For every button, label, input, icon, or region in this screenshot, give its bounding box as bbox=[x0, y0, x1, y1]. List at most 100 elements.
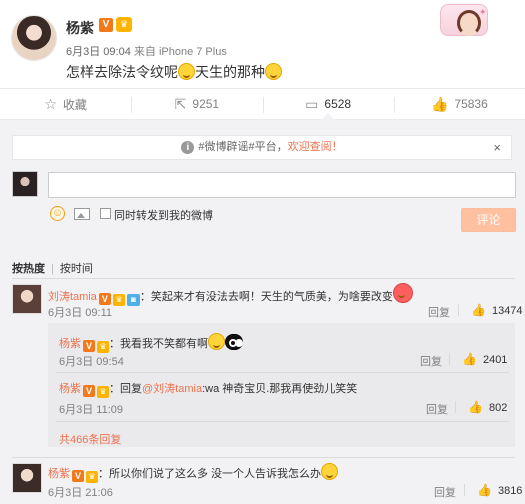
post-source[interactable]: iPhone 7 Plus bbox=[159, 46, 227, 58]
verified-icon[interactable]: V bbox=[99, 18, 113, 32]
author-avatar[interactable] bbox=[11, 15, 57, 61]
notice-text[interactable]: #微博辟谣#平台， bbox=[198, 141, 287, 153]
post-text-part2: 天生的那种 bbox=[195, 64, 265, 80]
favorite-button[interactable]: ☆ 收藏 bbox=[0, 89, 131, 119]
comment-like-count: 13474 bbox=[491, 305, 523, 317]
reply-date: 6月3日 09:54 bbox=[59, 356, 124, 368]
reply-like-button[interactable]: 👍 802 bbox=[455, 400, 507, 414]
card-decoration-icon[interactable] bbox=[440, 4, 488, 36]
commenter-avatar[interactable] bbox=[12, 284, 42, 314]
divider bbox=[12, 278, 515, 279]
post-text-part1: 怎样去除法令纹呢 bbox=[66, 64, 178, 80]
reply-like-button[interactable]: 👍 2401 bbox=[449, 352, 507, 366]
reply-link[interactable]: 回复 bbox=[434, 484, 456, 500]
notice-link[interactable]: 欢迎查阅！ bbox=[288, 141, 343, 153]
commenter-name[interactable]: 刘涛tamia bbox=[48, 291, 97, 303]
sort-tabs: 按热度 | 按时间 bbox=[12, 260, 93, 276]
comment-line: 杨紫 V ♛ ：所以你们说了这么多 没一个人告诉我怎么办 bbox=[48, 463, 339, 483]
like-icon: 👍 bbox=[477, 483, 492, 497]
like-button[interactable]: 👍 75836 bbox=[393, 89, 525, 119]
member-crown-icon[interactable]: ♛ bbox=[86, 471, 98, 483]
emoji-icon bbox=[392, 283, 413, 303]
like-icon: 👍 bbox=[471, 303, 486, 317]
submit-comment-button[interactable]: 评论 bbox=[461, 208, 516, 232]
sort-divider: | bbox=[51, 263, 54, 275]
replier-name[interactable]: 杨紫 bbox=[59, 383, 81, 395]
reply-date: 6月3日 11:09 bbox=[59, 404, 124, 416]
image-upload-icon[interactable] bbox=[74, 208, 90, 220]
author-name[interactable]: 杨紫 bbox=[66, 18, 94, 38]
verified-icon[interactable]: V bbox=[72, 470, 84, 482]
divider bbox=[464, 484, 465, 496]
post-meta: 6月3日 09:04 来自 iPhone 7 Plus bbox=[66, 43, 227, 59]
reply-link[interactable]: 回复 bbox=[426, 401, 448, 417]
emoji-icon bbox=[265, 63, 282, 80]
like-icon: 👍 bbox=[468, 400, 483, 414]
comment-date: 6月3日 21:06 bbox=[48, 487, 113, 499]
emoji-icon bbox=[225, 334, 243, 350]
camera-icon[interactable]: ◙ bbox=[126, 294, 140, 306]
divider bbox=[455, 401, 456, 413]
user-avatar[interactable] bbox=[12, 171, 38, 197]
repost-checkbox-label[interactable]: 同时转发到我的微博 bbox=[114, 207, 213, 223]
close-icon[interactable]: × bbox=[493, 136, 501, 159]
reply-line: 杨紫 V ♛ ：回复@刘涛tamia:wa 神奇宝贝.那我再使劲儿笑笑 bbox=[59, 380, 357, 398]
divider bbox=[458, 304, 459, 316]
like-icon: 👍 bbox=[430, 95, 449, 112]
repost-button[interactable]: ⇱ 9251 bbox=[131, 89, 262, 119]
comment-date: 6月3日 09:11 bbox=[48, 307, 113, 319]
like-count: 75836 bbox=[454, 97, 488, 111]
verified-icon[interactable]: V bbox=[83, 340, 95, 352]
reply-like-count: 802 bbox=[488, 402, 508, 414]
emoji-icon bbox=[178, 63, 195, 80]
like-icon: 👍 bbox=[462, 352, 477, 366]
reply-link[interactable]: 回复 bbox=[420, 353, 442, 369]
repost-count: 9251 bbox=[192, 97, 220, 111]
commenter-name[interactable]: 杨紫 bbox=[48, 468, 70, 480]
mention-link[interactable]: @刘涛tamia bbox=[142, 383, 202, 395]
replier-name[interactable]: 杨紫 bbox=[59, 338, 81, 350]
member-crown-icon[interactable]: ♛ bbox=[97, 386, 109, 398]
comment-count: 6528 bbox=[324, 97, 352, 111]
reply-text-prefix: ：回复 bbox=[109, 383, 142, 395]
comment-like-button[interactable]: 👍 3816 bbox=[464, 483, 522, 497]
reply-text: ：我看我不笑都有啊 bbox=[109, 338, 208, 350]
sort-by-hot-tab[interactable]: 按热度 bbox=[12, 263, 45, 275]
divider bbox=[449, 353, 450, 365]
repost-checkbox[interactable] bbox=[100, 208, 111, 219]
emoji-picker-icon[interactable]: ☺ bbox=[50, 206, 65, 221]
divider bbox=[56, 372, 509, 373]
action-bar: ☆ 收藏 ⇱ 9251 ▭ 6528 👍 75836 bbox=[0, 88, 525, 120]
reply-link[interactable]: 回复 bbox=[428, 304, 450, 320]
more-replies-link[interactable]: 共466条回复 bbox=[59, 431, 121, 447]
favorite-label: 收藏 bbox=[62, 97, 87, 112]
reply-text: :wa 神奇宝贝.那我再使劲儿笑笑 bbox=[202, 383, 358, 395]
post-text: 怎样去除法令纹呢 天生的那种 bbox=[66, 62, 282, 82]
comment-icon: ▭ bbox=[305, 95, 319, 112]
comment-text: ：笑起来才有没法去啊！天生的气质美，为啥要改变 bbox=[139, 291, 393, 303]
divider bbox=[56, 421, 509, 422]
verified-icon[interactable]: V bbox=[83, 385, 95, 397]
comment-like-button[interactable]: 👍 13474 bbox=[458, 303, 523, 317]
comment-input[interactable] bbox=[48, 172, 516, 198]
info-icon: i bbox=[181, 141, 195, 154]
weibo-post: 杨紫 V ♛ 6月3日 09:04 来自 iPhone 7 Plus 怎样去除法… bbox=[0, 0, 525, 88]
commenter-avatar[interactable] bbox=[12, 463, 42, 493]
star-icon: ☆ bbox=[44, 95, 57, 112]
repost-icon: ⇱ bbox=[174, 95, 187, 112]
comment-like-count: 3816 bbox=[497, 485, 523, 497]
emoji-icon bbox=[321, 463, 339, 480]
comment-area: i #微博辟谣#平台，欢迎查阅！ × ☺ 同时转发到我的微博 评论 按热度 | 按时间… bbox=[0, 120, 525, 504]
reply-like-count: 2401 bbox=[482, 354, 508, 366]
comment-text: ：所以你们说了这么多 没一个人告诉我怎么办 bbox=[98, 468, 322, 480]
member-crown-icon[interactable]: ♛ bbox=[116, 17, 132, 32]
member-crown-icon[interactable]: ♛ bbox=[112, 294, 125, 306]
comment-line: 刘涛tamia V ♛ ◙ ：笑起来才有没法去啊！天生的气质美，为啥要改变 bbox=[48, 283, 413, 306]
comment-button[interactable]: ▭ 6528 bbox=[262, 89, 394, 120]
sort-by-time-tab[interactable]: 按时间 bbox=[60, 263, 93, 275]
member-crown-icon[interactable]: ♛ bbox=[97, 341, 109, 353]
post-date[interactable]: 6月3日 09:04 bbox=[66, 46, 131, 58]
emoji-icon bbox=[208, 333, 225, 350]
source-prefix: 来自 bbox=[133, 46, 156, 58]
rumor-notice-banner: i #微博辟谣#平台，欢迎查阅！ × bbox=[12, 135, 512, 160]
